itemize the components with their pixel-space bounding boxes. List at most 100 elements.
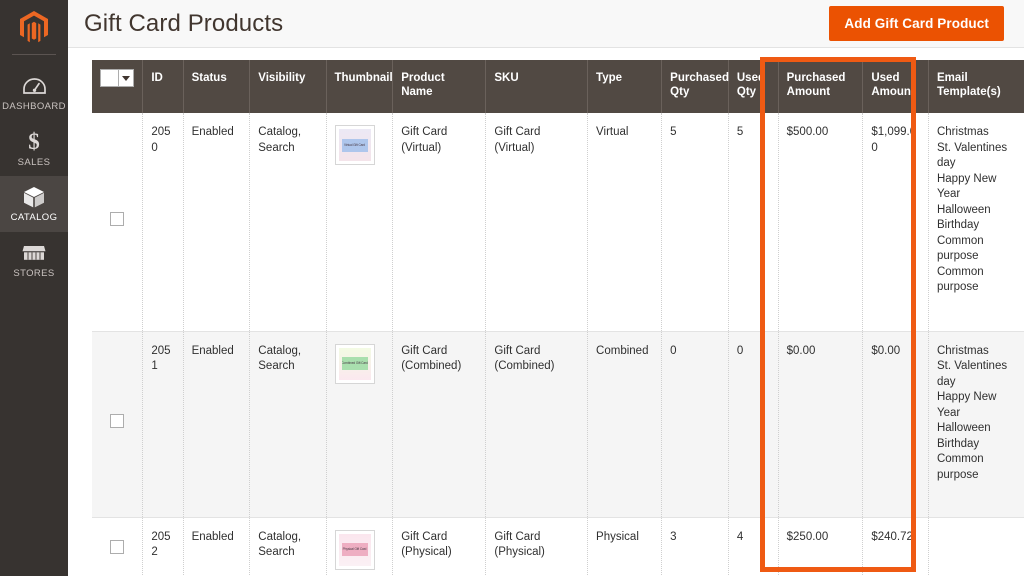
sidebar-item-dashboard[interactable]: DASHBOARD [0, 65, 68, 121]
gift-card-products-table: ID Status Visibility Thumbnail Product N… [92, 60, 1024, 576]
catalog-box-icon [22, 185, 46, 209]
email-template-item: Common purpose [936, 453, 984, 481]
column-header-thumbnail[interactable]: Thumbnail [326, 60, 394, 113]
cell-purchased-qty: 0 [661, 331, 729, 518]
cell-used-amount: $1,099.00 [862, 113, 929, 332]
cell-purchased-amount: $500.00 [778, 113, 864, 332]
magento-admin-page: DASHBOARD $ SALES CATALOG STORES Gift Ca… [0, 0, 1024, 576]
sidebar-item-catalog[interactable]: CATALOG [0, 176, 68, 232]
cell-status: Enabled [183, 331, 251, 518]
column-header-purchased-amount[interactable]: Purchased Amount [778, 60, 864, 113]
email-template-item: Halloween [936, 422, 991, 435]
thumbnail-image: Virtual Gift Card [338, 129, 371, 161]
cell-status: Enabled [183, 113, 251, 332]
cell-email-templates: Christmas St. Valentines day Happy New Yea… [928, 113, 1024, 332]
email-template-item: Happy New Year [936, 391, 997, 419]
select-all-checkbox[interactable] [101, 70, 118, 86]
cell-used-qty: 0 [728, 331, 779, 518]
thumbnail-image: Combined Gift Card [338, 347, 371, 380]
cell-visibility: Catalog, Search [249, 517, 327, 576]
dashboard-gauge-icon [22, 74, 46, 98]
product-thumbnail[interactable]: Physical Gift Card [334, 529, 375, 570]
column-header-purchased-qty[interactable]: Purchased Qty [661, 60, 729, 113]
email-template-item: Common purpose [936, 265, 984, 294]
chevron-down-icon [122, 75, 130, 81]
email-template-item: Birthday [936, 437, 980, 450]
cell-visibility: Catalog, Search [249, 331, 327, 518]
email-template-item: Happy New Year [936, 172, 997, 201]
cell-id: 2052 [142, 517, 184, 576]
column-header-used-qty[interactable]: Used Qty [728, 60, 779, 113]
column-header-sku[interactable]: SKU [485, 60, 589, 113]
page-actions: Add Gift Card Product [829, 5, 1004, 42]
table-header: ID Status Visibility Thumbnail Product N… [92, 60, 1024, 113]
cell-purchased-qty: 5 [661, 113, 729, 332]
email-template-item: St. Valentines day [936, 360, 1008, 388]
cell-used-amount: $0.00 [862, 331, 929, 518]
sidebar-item-label: CATALOG [10, 212, 58, 223]
cell-used-amount: $240.72 [862, 517, 929, 576]
table-row[interactable]: 2050 Enabled Catalog, Search Virtual Gif… [92, 113, 1024, 332]
email-template-item: Birthday [936, 219, 980, 232]
cell-sku: Gift Card (Combined) [485, 331, 589, 518]
stores-storefront-icon [22, 241, 46, 265]
product-thumbnail[interactable]: Virtual Gift Card [334, 125, 375, 165]
cell-product-name[interactable]: Gift Card (Combined) [392, 331, 487, 518]
admin-sidebar: DASHBOARD $ SALES CATALOG STORES [0, 0, 68, 576]
row-checkbox[interactable] [110, 211, 125, 226]
sidebar-item-label: STORES [13, 267, 55, 279]
sidebar-item-label: SALES [17, 156, 51, 168]
column-header-id[interactable]: ID [142, 60, 184, 113]
cell-id: 2051 [142, 331, 184, 518]
cell-purchased-qty: 3 [661, 517, 729, 576]
cell-thumbnail[interactable]: Combined Gift Card [326, 331, 394, 518]
column-header-select-all[interactable] [92, 60, 144, 113]
magento-logo-icon [20, 11, 48, 43]
email-template-item: Christmas [936, 344, 989, 357]
email-template-item: Christmas [936, 126, 989, 138]
cell-used-qty: 4 [728, 517, 779, 576]
thumbnail-card-label: Combined Gift Card [341, 357, 368, 370]
column-header-used-amount[interactable]: Used Amount [862, 60, 929, 113]
cell-product-name[interactable]: Gift Card (Virtual) [392, 113, 487, 332]
row-checkbox[interactable] [110, 540, 125, 555]
row-select-cell[interactable] [92, 113, 144, 332]
grid-container: ID Status Visibility Thumbnail Product N… [68, 48, 1024, 576]
magento-logo[interactable] [0, 0, 68, 54]
email-template-item: St. Valentines day [936, 141, 1008, 170]
sidebar-item-sales[interactable]: $ SALES [0, 121, 68, 177]
cell-visibility: Catalog, Search [249, 113, 327, 332]
product-thumbnail[interactable]: Combined Gift Card [334, 343, 375, 384]
cell-type: Virtual [587, 113, 663, 332]
cell-purchased-amount: $250.00 [778, 517, 864, 576]
table-row[interactable]: 2051 Enabled Catalog, Search Combined Gi… [92, 331, 1024, 518]
cell-thumbnail[interactable]: Virtual Gift Card [326, 113, 394, 332]
header-row: ID Status Visibility Thumbnail Product N… [92, 60, 1024, 113]
row-checkbox[interactable] [110, 414, 125, 429]
page-title: Gift Card Products [84, 9, 284, 37]
dollar-sign-icon: $ [28, 129, 40, 154]
email-template-item: Common purpose [936, 234, 984, 263]
cell-thumbnail[interactable]: Physical Gift Card [326, 517, 394, 576]
add-gift-card-product-button[interactable]: Add Gift Card Product [829, 5, 1004, 42]
sidebar-item-label: DASHBOARD [2, 101, 66, 112]
sidebar-divider [12, 54, 56, 55]
column-header-visibility[interactable]: Visibility [249, 60, 327, 113]
row-select-cell[interactable] [92, 331, 144, 518]
column-header-email-templates[interactable]: Email Template(s) [928, 60, 1024, 113]
cell-type: Physical [587, 517, 663, 576]
column-header-status[interactable]: Status [183, 60, 251, 113]
cell-status: Enabled [183, 517, 251, 576]
sidebar-item-stores[interactable]: STORES [0, 232, 68, 288]
main-content: Gift Card Products Add Gift Card Product [68, 0, 1024, 576]
mass-select-control[interactable] [100, 69, 134, 87]
column-header-product-name[interactable]: Product Name [392, 60, 487, 113]
cell-purchased-amount: $0.00 [778, 331, 864, 518]
column-header-type[interactable]: Type [587, 60, 663, 113]
table-row[interactable]: 2052 Enabled Catalog, Search Physical Gi… [92, 517, 1024, 576]
mass-select-dropdown[interactable] [118, 70, 133, 86]
cell-email-templates: Christmas St. Valentines day Happy New Yea… [928, 331, 1024, 518]
cell-used-qty: 5 [728, 113, 779, 332]
cell-product-name[interactable]: Gift Card (Physical) [392, 517, 487, 576]
row-select-cell[interactable] [92, 517, 144, 576]
